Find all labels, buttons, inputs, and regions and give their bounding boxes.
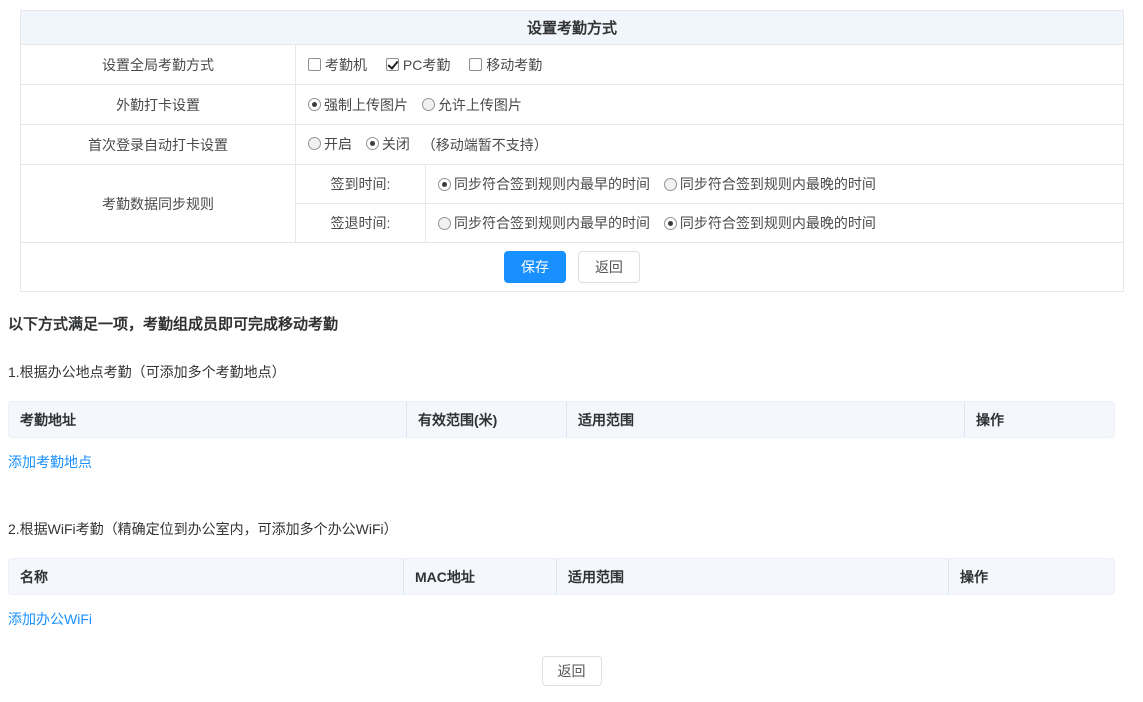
bottom-actions: 返回 — [0, 656, 1143, 686]
checkin-time-options: 同步符合签到规则内最早的时间 同步符合签到规则内最晚的时间 — [426, 165, 1124, 204]
sync-rule-label: 考勤数据同步规则 — [21, 165, 296, 243]
radio-checkin-earliest[interactable]: 同步符合签到规则内最早的时间 — [438, 174, 650, 194]
attendance-settings-table: 设置考勤方式 设置全局考勤方式 考勤机 PC考勤 移动考勤 — [20, 10, 1124, 292]
column-header-scope: 适用范围 — [566, 402, 964, 437]
field-punch-row: 外勤打卡设置 强制上传图片 允许上传图片 — [21, 85, 1124, 125]
radio-icon[interactable] — [366, 137, 379, 150]
radio-checkout-latest[interactable]: 同步符合签到规则内最晚的时间 — [664, 213, 876, 233]
location-section-heading: 1.根据办公地点考勤（可添加多个考勤地点） — [8, 362, 1143, 382]
option-label: 开启 — [324, 134, 352, 154]
radio-icon[interactable] — [664, 217, 677, 230]
checkbox-mobile-attendance[interactable]: 移动考勤 — [469, 55, 542, 75]
radio-icon[interactable] — [308, 137, 321, 150]
radio-icon[interactable] — [438, 178, 451, 191]
option-label: 移动考勤 — [486, 55, 542, 75]
global-method-options: 考勤机 PC考勤 移动考勤 — [296, 45, 1124, 85]
checkout-time-label: 签退时间: — [296, 204, 426, 243]
first-login-note: （移动端暂不支持） — [422, 137, 548, 153]
checkbox-attendance-machine[interactable]: 考勤机 — [308, 55, 367, 75]
option-label: 同步符合签到规则内最早的时间 — [454, 213, 650, 233]
option-label: 考勤机 — [325, 55, 367, 75]
mobile-attendance-intro: 以下方式满足一项，考勤组成员即可完成移动考勤 — [8, 313, 1143, 334]
column-header-range: 有效范围(米) — [406, 402, 566, 437]
attendance-settings-page: 设置考勤方式 设置全局考勤方式 考勤机 PC考勤 移动考勤 — [0, 10, 1143, 702]
option-label: 同步符合签到规则内最早的时间 — [454, 174, 650, 194]
checkbox-icon[interactable] — [308, 58, 321, 71]
wifi-table-header: 名称 MAC地址 适用范围 操作 — [8, 558, 1115, 595]
column-header-address: 考勤地址 — [9, 402, 406, 437]
option-label: 同步符合签到规则内最晚的时间 — [680, 174, 876, 194]
option-label: 同步符合签到规则内最晚的时间 — [680, 213, 876, 233]
first-login-options: 开启 关闭 （移动端暂不支持） — [296, 125, 1124, 165]
radio-first-login-off[interactable]: 关闭 — [366, 134, 410, 154]
checkout-time-options: 同步符合签到规则内最早的时间 同步符合签到规则内最晚的时间 — [426, 204, 1124, 243]
page-title: 设置考勤方式 — [21, 11, 1124, 45]
add-office-wifi-link[interactable]: 添加办公WiFi — [8, 609, 92, 629]
column-header-mac: MAC地址 — [403, 559, 556, 594]
radio-checkin-latest[interactable]: 同步符合签到规则内最晚的时间 — [664, 174, 876, 194]
radio-icon[interactable] — [438, 217, 451, 230]
radio-allow-upload-photo[interactable]: 允许上传图片 — [422, 95, 522, 115]
radio-icon[interactable] — [422, 98, 435, 111]
option-label: 关闭 — [382, 134, 410, 154]
back-button[interactable]: 返回 — [578, 251, 640, 283]
field-punch-options: 强制上传图片 允许上传图片 — [296, 85, 1124, 125]
column-header-name: 名称 — [9, 559, 403, 594]
location-table-header: 考勤地址 有效范围(米) 适用范围 操作 — [8, 401, 1115, 438]
radio-icon[interactable] — [308, 98, 321, 111]
column-header-scope: 适用范围 — [556, 559, 948, 594]
back-button-bottom[interactable]: 返回 — [542, 656, 602, 686]
sync-rule-checkin-row: 考勤数据同步规则 签到时间: 同步符合签到规则内最早的时间 同步符合签到规则内最… — [21, 165, 1124, 204]
save-button[interactable]: 保存 — [504, 251, 566, 283]
radio-first-login-on[interactable]: 开启 — [308, 134, 352, 154]
checkin-time-label: 签到时间: — [296, 165, 426, 204]
radio-force-upload-photo[interactable]: 强制上传图片 — [308, 95, 408, 115]
first-login-label: 首次登录自动打卡设置 — [21, 125, 296, 165]
option-label: PC考勤 — [403, 55, 450, 75]
first-login-row: 首次登录自动打卡设置 开启 关闭 （移动端暂不支持） — [21, 125, 1124, 165]
add-attendance-location-link[interactable]: 添加考勤地点 — [8, 452, 92, 472]
option-label: 允许上传图片 — [438, 95, 522, 115]
option-label: 强制上传图片 — [324, 95, 408, 115]
settings-actions-cell: 保存 返回 — [21, 243, 1124, 292]
checkbox-pc-attendance[interactable]: PC考勤 — [386, 55, 450, 75]
radio-icon[interactable] — [664, 178, 677, 191]
global-method-row: 设置全局考勤方式 考勤机 PC考勤 移动考勤 — [21, 45, 1124, 85]
radio-checkout-earliest[interactable]: 同步符合签到规则内最早的时间 — [438, 213, 650, 233]
checkbox-icon[interactable] — [386, 58, 399, 71]
settings-title-row: 设置考勤方式 — [21, 11, 1124, 45]
checkbox-icon[interactable] — [469, 58, 482, 71]
field-punch-label: 外勤打卡设置 — [21, 85, 296, 125]
settings-actions-row: 保存 返回 — [21, 243, 1124, 292]
column-header-actions: 操作 — [948, 559, 1114, 594]
wifi-section-heading: 2.根据WiFi考勤（精确定位到办公室内，可添加多个办公WiFi） — [8, 519, 1143, 539]
global-method-label: 设置全局考勤方式 — [21, 45, 296, 85]
column-header-actions: 操作 — [964, 402, 1114, 437]
